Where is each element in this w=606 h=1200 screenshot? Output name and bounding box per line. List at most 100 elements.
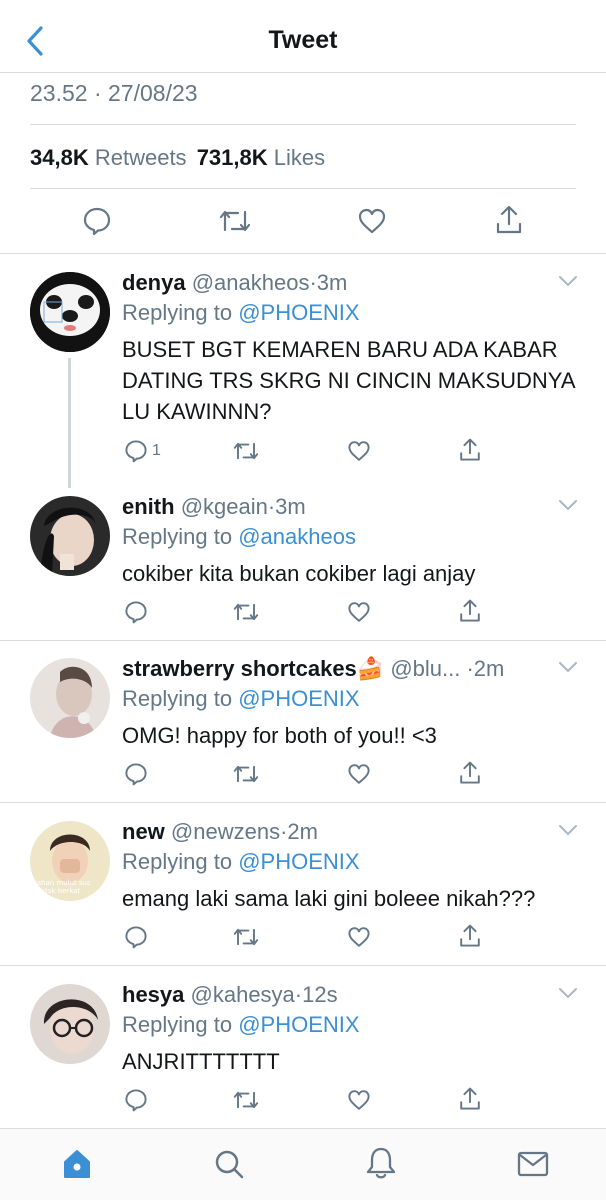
mention-link[interactable]: @PHOENIX [238, 849, 359, 874]
like-icon[interactable] [346, 600, 372, 624]
reply-icon[interactable] [124, 439, 148, 463]
reply-text: BUSET BGT KEMAREN BARU ADA KABAR DATING … [122, 337, 575, 424]
chevron-down-icon[interactable] [558, 498, 578, 512]
divider [0, 640, 606, 641]
tweet-date: 27/08/23 [108, 80, 198, 106]
search-icon[interactable] [212, 1147, 246, 1181]
reply-action-bar [0, 598, 606, 628]
reply-time: ·3m [309, 270, 348, 295]
notifications-icon[interactable] [364, 1145, 398, 1181]
avatar[interactable] [30, 658, 110, 738]
chevron-down-icon[interactable] [558, 823, 578, 837]
chevron-down-icon[interactable] [558, 660, 578, 674]
avatar[interactable]: tahan mulut suc tidak berkat [30, 821, 110, 901]
reply-time: ·12s [294, 982, 338, 1007]
reply-text: emang laki sama laki gini boleee nikah??… [122, 886, 536, 911]
mention-link[interactable]: @anakheos [238, 524, 356, 549]
display-name[interactable]: denya [122, 270, 186, 295]
replying-prefix: Replying to [122, 300, 233, 325]
reply-tweet[interactable]: tahan mulut suc tidak berkat new @newzen… [0, 819, 606, 959]
divider [30, 188, 576, 189]
avatar-caption: tidak berkat [38, 887, 81, 895]
reply-tweet[interactable]: strawberry shortcakes🍰 @blu... ·2m Reply… [0, 656, 606, 796]
retweet-count: 34,8K [30, 145, 89, 170]
bottom-tab-bar [0, 1128, 606, 1200]
reply-count: 1 [152, 442, 161, 459]
reply-icon[interactable] [124, 762, 148, 786]
messages-icon[interactable] [516, 1149, 550, 1179]
reply-tweet[interactable]: denya @anakheos·3m Replying to @PHOENIX … [0, 270, 606, 470]
reply-author-line: denya @anakheos·3m [122, 270, 347, 296]
like-label: Likes [273, 145, 326, 170]
avatar[interactable] [30, 984, 110, 1064]
mention-link[interactable]: @PHOENIX [238, 1012, 359, 1037]
top-nav-bar: Tweet [0, 0, 606, 73]
chevron-down-icon[interactable] [558, 274, 578, 288]
username[interactable]: @kahesya [191, 982, 295, 1007]
retweet-icon[interactable] [232, 925, 260, 949]
avatar-image [30, 272, 110, 352]
likes-stat[interactable]: 731,8K Likes [197, 145, 325, 170]
avatar-image [30, 658, 110, 738]
reply-icon[interactable] [124, 925, 148, 949]
avatar-caption: tahan mulut suc [34, 879, 91, 887]
username[interactable]: @blu... [390, 656, 460, 681]
chevron-down-icon[interactable] [558, 986, 578, 1000]
divider [0, 965, 606, 966]
reply-action-bar [0, 923, 606, 953]
like-icon[interactable] [346, 439, 372, 463]
avatar[interactable] [30, 496, 110, 576]
retweet-icon[interactable] [232, 439, 260, 463]
retweet-icon[interactable] [218, 206, 252, 236]
username[interactable]: @newzens [171, 819, 280, 844]
reply-tweet[interactable]: hesya @kahesya·12s Replying to @PHOENIX … [0, 982, 606, 1122]
share-icon[interactable] [458, 598, 482, 624]
reply-icon[interactable] [82, 206, 112, 236]
display-name[interactable]: enith [122, 494, 175, 519]
mention-link[interactable]: @PHOENIX [238, 686, 359, 711]
share-icon[interactable] [458, 437, 482, 463]
username[interactable]: @anakheos [192, 270, 310, 295]
reply-text: ANJRITTTTTTT [122, 1049, 280, 1074]
reply-time: ·2m [466, 656, 505, 681]
retweet-icon[interactable] [232, 762, 260, 786]
replying-prefix: Replying to [122, 849, 233, 874]
replying-to: Replying to @anakheos [122, 524, 356, 550]
divider [0, 253, 606, 254]
display-name[interactable]: strawberry shortcakes🍰 [122, 656, 384, 681]
reply-icon[interactable] [124, 1088, 148, 1112]
home-icon[interactable] [60, 1147, 94, 1181]
share-icon[interactable] [458, 1086, 482, 1112]
retweet-label: Retweets [94, 145, 187, 170]
display-name[interactable]: new [122, 819, 165, 844]
page-title: Tweet [268, 26, 338, 54]
retweet-icon[interactable] [232, 600, 260, 624]
username[interactable]: @kgeain [181, 494, 268, 519]
mention-link[interactable]: @PHOENIX [238, 300, 359, 325]
share-icon[interactable] [494, 204, 524, 236]
display-name[interactable]: hesya [122, 982, 184, 1007]
like-icon[interactable] [346, 1088, 372, 1112]
avatar-image: tahan mulut suc tidak berkat [30, 821, 110, 901]
avatar-image [30, 984, 110, 1064]
replying-to: Replying to @PHOENIX [122, 1012, 360, 1038]
reply-tweet[interactable]: enith @kgeain·3m Replying to @anakheos c… [0, 494, 606, 634]
share-icon[interactable] [458, 760, 482, 786]
retweet-icon[interactable] [232, 1088, 260, 1112]
reply-time: ·3m [267, 494, 306, 519]
replying-prefix: Replying to [122, 524, 233, 549]
reply-author-line: new @newzens·2m [122, 819, 318, 845]
share-icon[interactable] [458, 923, 482, 949]
reply-action-bar: 1 [0, 437, 606, 467]
like-count: 731,8K [196, 145, 268, 170]
like-icon[interactable] [346, 762, 372, 786]
reply-action-bar [0, 1086, 606, 1116]
reply-author-line: strawberry shortcakes🍰 @blu... ·2m [122, 656, 504, 682]
reply-text: OMG! happy for both of you!! <3 [122, 723, 437, 748]
reply-icon[interactable] [124, 600, 148, 624]
reply-author-line: enith @kgeain·3m [122, 494, 306, 520]
avatar[interactable] [30, 272, 110, 352]
retweets-stat[interactable]: 34,8K Retweets [30, 145, 187, 170]
like-icon[interactable] [346, 925, 372, 949]
like-icon[interactable] [357, 206, 387, 236]
